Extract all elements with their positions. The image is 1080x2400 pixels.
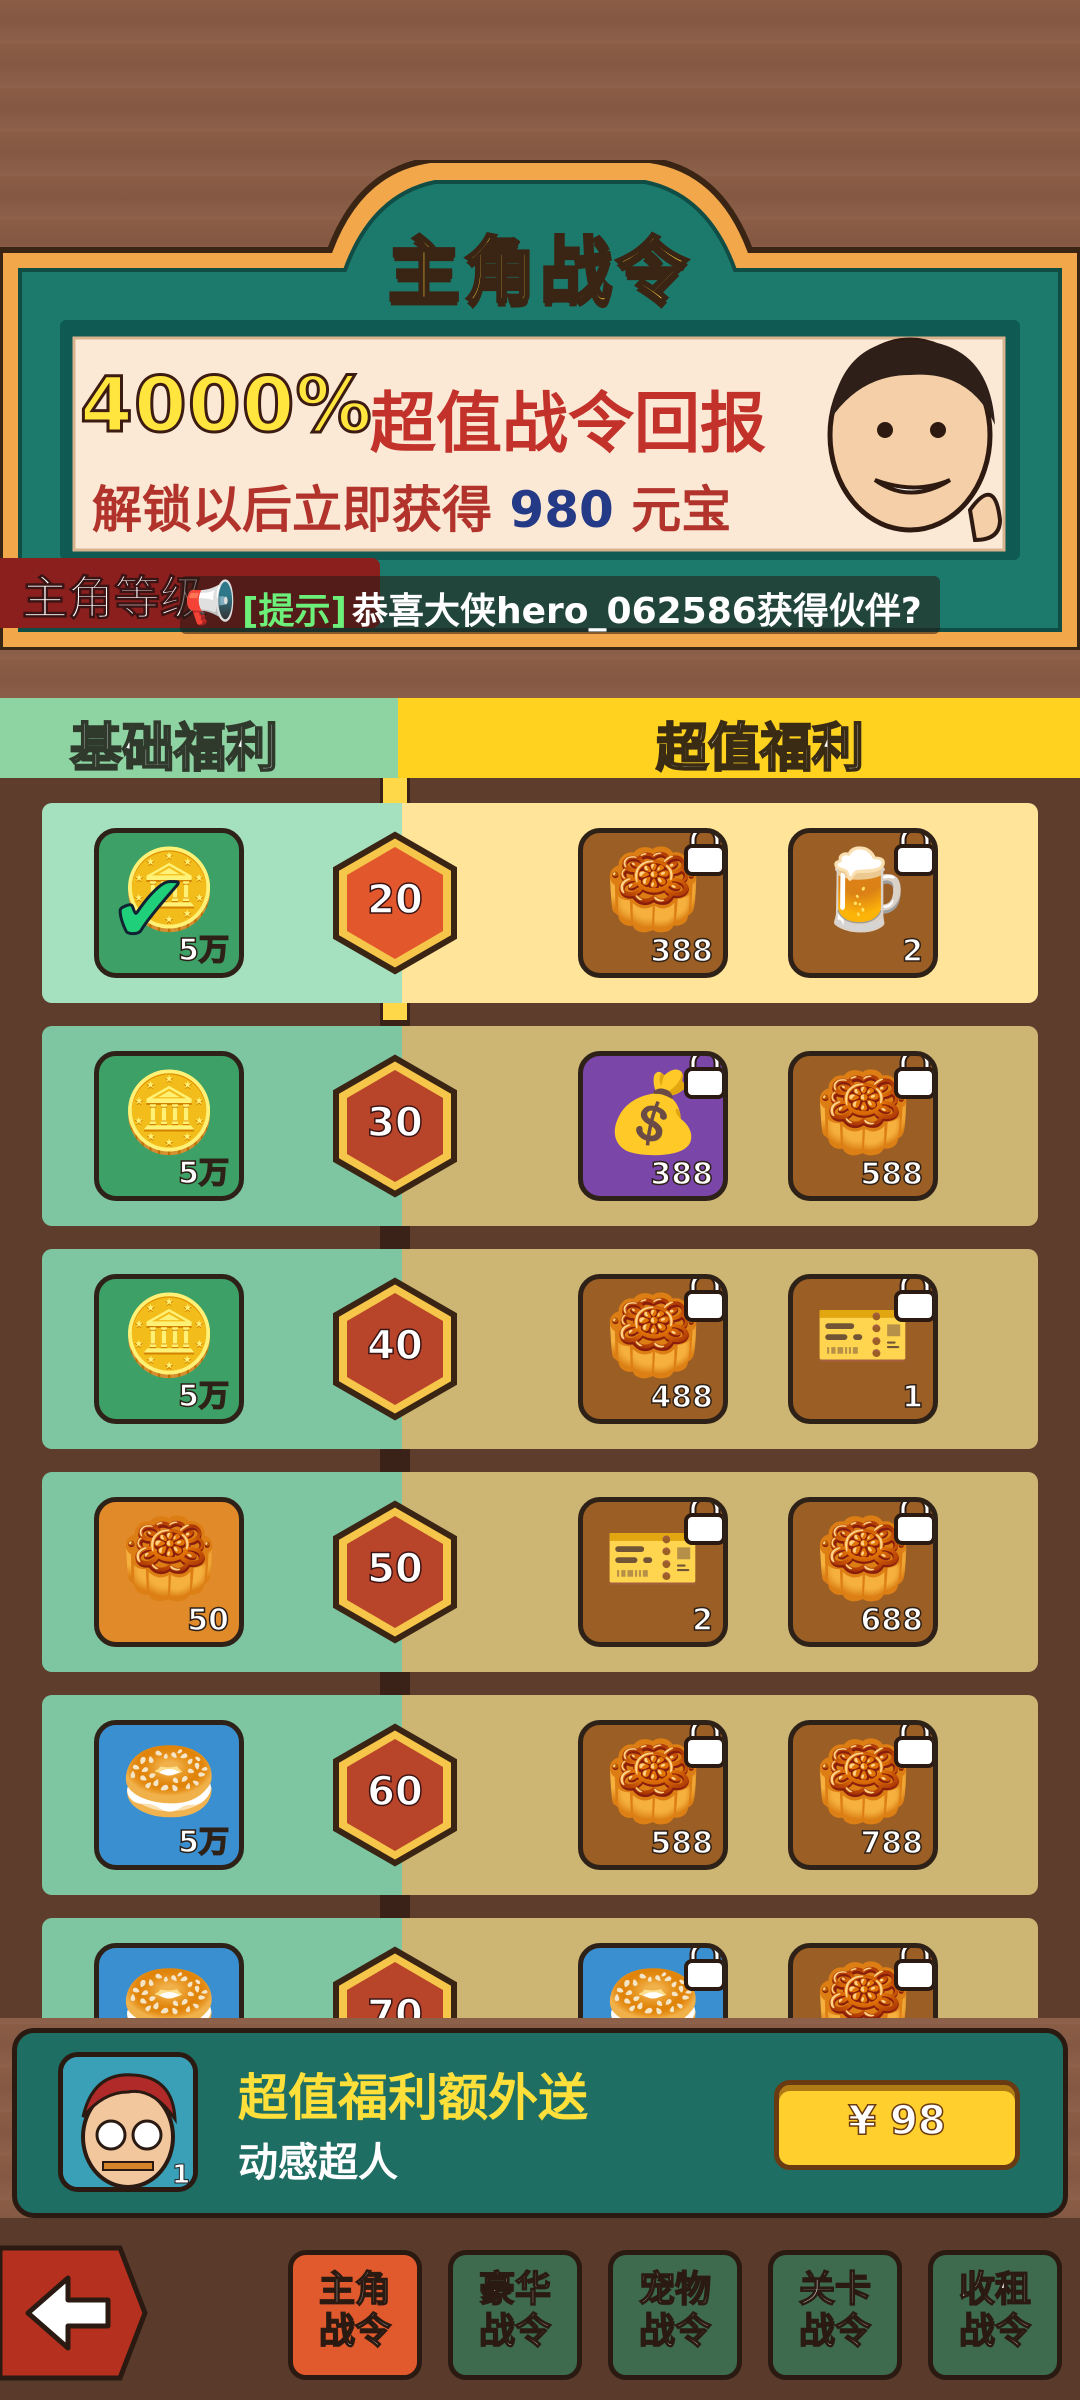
level-badge: 70	[330, 1946, 460, 2018]
reward-count: 388	[650, 1156, 714, 1193]
exp-bun-icon: 🥯	[120, 1960, 218, 2018]
reward-row: 🥮 50 🎫 2 🥮 688	[42, 1472, 1038, 1672]
lock-icon	[681, 1502, 723, 1546]
back-button[interactable]	[0, 2238, 150, 2388]
reward-item[interactable]: 💰 388	[578, 1051, 728, 1201]
reward-item[interactable]: 🥮 788	[788, 1720, 938, 1870]
tab-label: 豪华 战令	[478, 2268, 552, 2353]
reward-row: 🪙 5万 🥮 488 🎫 1	[42, 1249, 1038, 1449]
reward-item[interactable]: 🍺 2	[788, 828, 938, 978]
promo-percent: 4000%	[79, 359, 374, 451]
level-badge: 40	[330, 1277, 460, 1421]
level-number: 30	[366, 1099, 423, 1147]
reward-item[interactable]: 🎫 2	[578, 1497, 728, 1647]
tab-battle-pass-3[interactable]: 宠物 战令	[608, 2250, 742, 2380]
tab-battle-pass-1[interactable]: 主角 战令	[288, 2250, 422, 2380]
lock-icon	[681, 1725, 723, 1769]
ticker-message: 恭喜大侠hero_062586获得伙伴?	[352, 591, 922, 632]
reward-count: 5万	[177, 932, 229, 969]
lock-icon	[891, 1948, 933, 1992]
promo-subtitle: 解锁以后立即获得 980 元宝	[92, 470, 731, 542]
level-label: 主角等级	[22, 571, 207, 626]
reward-count: 1	[901, 1379, 923, 1416]
reward-count: 488	[650, 1379, 714, 1416]
lock-icon	[681, 1948, 723, 1992]
level-badge: 50	[330, 1500, 460, 1644]
level-badge: 60	[330, 1723, 460, 1867]
reward-item[interactable]: 🥮	[788, 1943, 938, 2018]
reward-count: 2	[691, 1602, 713, 1639]
silver-coin-icon: 🪙	[120, 1068, 218, 1158]
reward-item[interactable]: 🥯	[578, 1943, 728, 2018]
reward-item[interactable]: 🥯	[94, 1943, 244, 2018]
reward-row: 🪙 ✔ 5万 🥮 388 🍺 2	[42, 803, 1038, 1003]
page-title: 主角战令	[386, 228, 692, 315]
gold-ingot-icon: 🥮	[120, 1514, 218, 1604]
promo-sub-unit: 元宝	[631, 481, 732, 539]
reward-count: 588	[860, 1156, 924, 1193]
bonus-item-count: 1	[171, 2160, 191, 2191]
bonus-item-name: 动感超人	[238, 2140, 398, 2186]
reward-item[interactable]: 🥮 588	[788, 1051, 938, 1201]
reward-count: 2	[901, 933, 923, 970]
level-number: 20	[366, 876, 423, 924]
level-number: 40	[366, 1322, 423, 1370]
purchase-price-label[interactable]: ¥ 98	[774, 2097, 1020, 2145]
bonus-title: 超值福利额外送	[238, 2069, 588, 2127]
reward-item[interactable]: 🥮 488	[578, 1274, 728, 1424]
reward-count: 788	[860, 1825, 924, 1862]
level-badge: 30	[330, 1054, 460, 1198]
lock-icon	[891, 1502, 933, 1546]
basic-rewards-label: 基础福利	[69, 718, 279, 780]
reward-count: 5万	[177, 1378, 229, 1415]
reward-count: 5万	[177, 1155, 229, 1192]
reward-item[interactable]: 🪙 5万	[94, 1274, 244, 1424]
level-badge: 20	[330, 831, 460, 975]
reward-item[interactable]: 🥮 50	[94, 1497, 244, 1647]
reward-row: 🪙 5万 💰 388 🥮 588	[42, 1026, 1038, 1226]
tab-label: 收租 战令	[958, 2268, 1032, 2353]
tab-label: 关卡 战令	[798, 2268, 872, 2353]
lock-icon	[891, 1725, 933, 1769]
lock-icon	[681, 1279, 723, 1323]
reward-item[interactable]: 🎫 1	[788, 1274, 938, 1424]
tab-battle-pass-5[interactable]: 收租 战令	[928, 2250, 1062, 2380]
promo-sub-prefix: 解锁以后立即获得	[92, 481, 492, 539]
reward-list[interactable]: 🪙 ✔ 5万 🥮 388 🍺 2 20 🪙 5万 💰 388 🥮 588 30 🪙 5万 🥮 488 🎫 1 40 🥮 50 🎫…	[0, 778, 1080, 2018]
ticker-tag: [提示]	[242, 591, 347, 632]
reward-count: 588	[650, 1825, 714, 1862]
reward-count: 5万	[177, 1824, 229, 1861]
reward-item[interactable]: 🥯 5万	[94, 1720, 244, 1870]
lock-icon	[681, 1056, 723, 1100]
level-number: 60	[366, 1768, 423, 1816]
reward-item[interactable]: 🥮 688	[788, 1497, 938, 1647]
tab-battle-pass-4[interactable]: 关卡 战令	[768, 2250, 902, 2380]
reward-count: 688	[860, 1602, 924, 1639]
reward-item[interactable]: 🥮 588	[578, 1720, 728, 1870]
lock-icon	[891, 1279, 933, 1323]
level-number: 70	[366, 1991, 423, 2018]
tab-label: 主角 战令	[318, 2268, 392, 2353]
promo-headline: 超值战令回报	[370, 385, 766, 462]
lock-icon	[681, 833, 723, 877]
megaphone-icon: 📢	[184, 578, 237, 627]
reward-item[interactable]: 🪙 ✔ 5万	[94, 828, 244, 978]
reward-count: 388	[650, 933, 714, 970]
premium-rewards-label: 超值福利	[655, 718, 865, 780]
lock-icon	[891, 833, 933, 877]
reward-item[interactable]: 🥮 388	[578, 828, 728, 978]
reward-item[interactable]: 🪙 5万	[94, 1051, 244, 1201]
tab-label: 宠物 战令	[638, 2268, 712, 2353]
reward-row: 🥯 5万 🥮 588 🥮 788	[42, 1695, 1038, 1895]
silver-coin-icon: 🪙	[120, 1291, 218, 1381]
reward-count: 50	[187, 1602, 230, 1639]
exp-bun-icon: 🥯	[120, 1737, 218, 1827]
level-number: 50	[366, 1545, 423, 1593]
tab-battle-pass-2[interactable]: 豪华 战令	[448, 2250, 582, 2380]
lock-icon	[891, 1056, 933, 1100]
promo-sub-amount: 980	[509, 481, 614, 539]
reward-row: 🥯 🥯 🥮	[42, 1918, 1038, 2018]
